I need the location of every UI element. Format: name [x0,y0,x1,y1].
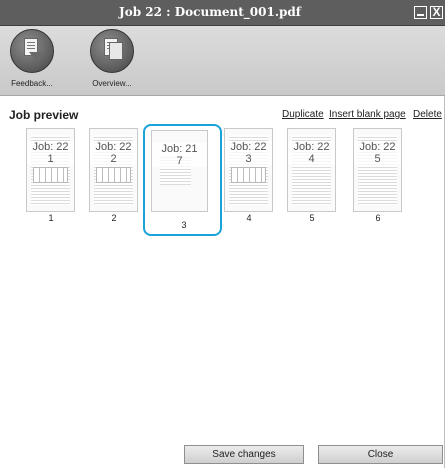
page-thumbnail[interactable]: Job: 22 2 [89,128,138,212]
thumbnail-index: 4 [246,213,252,223]
save-changes-button[interactable]: Save changes [184,445,304,464]
thumbnail-index: 2 [111,213,117,223]
feedback-button[interactable]: Feedback... [2,29,62,88]
thumbnail-job-page: 3 [225,153,272,165]
thumbnail-job-page: 5 [354,153,401,165]
job-preview-window: Job 22 : Document_001.pdf X Feedback... … [0,0,445,468]
page-thumbnail[interactable]: Job: 22 1 [26,128,75,212]
overview-label: Overview... [92,79,132,88]
toolbar: Feedback... Overview... [0,26,445,96]
page-thumbnail[interactable]: Job: 22 5 [353,128,402,212]
page-thumbnail-selected[interactable]: Job: 21 7 [151,130,208,212]
document-overview-icon [90,29,134,73]
thumbnail-job-label: Job: 22 [288,141,335,153]
thumbnail-index: 6 [375,213,381,223]
delete-link[interactable]: Delete [413,109,442,120]
thumbnail-job-page: 1 [27,153,74,165]
thumbnail-job-label: Job: 22 [354,141,401,153]
thumbnail-job-page: 7 [152,155,207,167]
document-feedback-icon [10,29,54,73]
close-button[interactable]: Close [318,445,443,464]
thumbnail-index: 3 [181,220,187,230]
thumbnail-job-label: Job: 22 [225,141,272,153]
thumbnail-index: 1 [48,213,54,223]
page-thumbnail[interactable]: Job: 22 4 [287,128,336,212]
thumbnail-job-page: 2 [90,153,137,165]
minimize-button[interactable] [414,6,427,19]
thumbnail-job-label: Job: 22 [90,141,137,153]
overview-button[interactable]: Overview... [82,29,142,88]
thumbnail-index: 5 [309,213,315,223]
close-window-button[interactable]: X [430,6,443,19]
window-title: Job 22 : Document_001.pdf [119,5,301,19]
duplicate-link[interactable]: Duplicate [282,109,324,120]
page-thumbnail[interactable]: Job: 22 3 [224,128,273,212]
thumbnail-job-page: 4 [288,153,335,165]
title-bar: Job 22 : Document_001.pdf X [0,0,445,26]
insert-blank-page-link[interactable]: Insert blank page [329,109,406,120]
thumbnail-job-label: Job: 22 [27,141,74,153]
feedback-label: Feedback... [11,79,53,88]
thumbnail-job-label: Job: 21 [152,143,207,155]
job-preview-heading: Job preview [9,108,79,122]
